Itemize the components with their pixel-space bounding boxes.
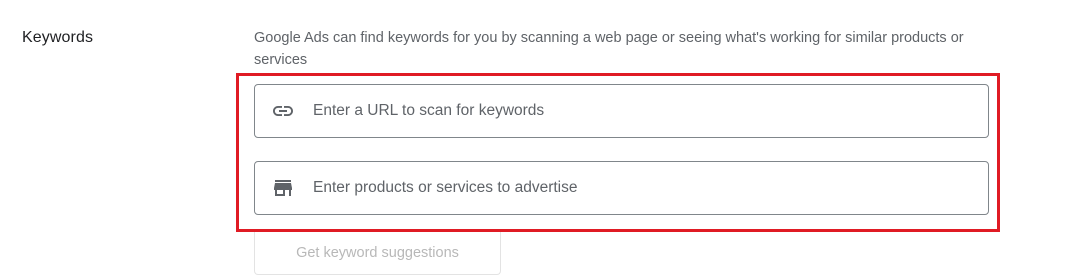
products-field[interactable] [254, 161, 989, 215]
get-keyword-suggestions-button[interactable]: Get keyword suggestions [254, 232, 501, 275]
url-input[interactable] [313, 102, 953, 120]
storefront-icon [271, 176, 295, 200]
keywords-section: Keywords Google Ads can find keywords fo… [0, 0, 1067, 278]
section-label: Keywords [22, 29, 94, 46]
url-field[interactable] [254, 84, 989, 138]
link-icon [271, 99, 295, 123]
products-input[interactable] [313, 179, 953, 197]
section-description: Google Ads can find keywords for you by … [254, 30, 964, 68]
